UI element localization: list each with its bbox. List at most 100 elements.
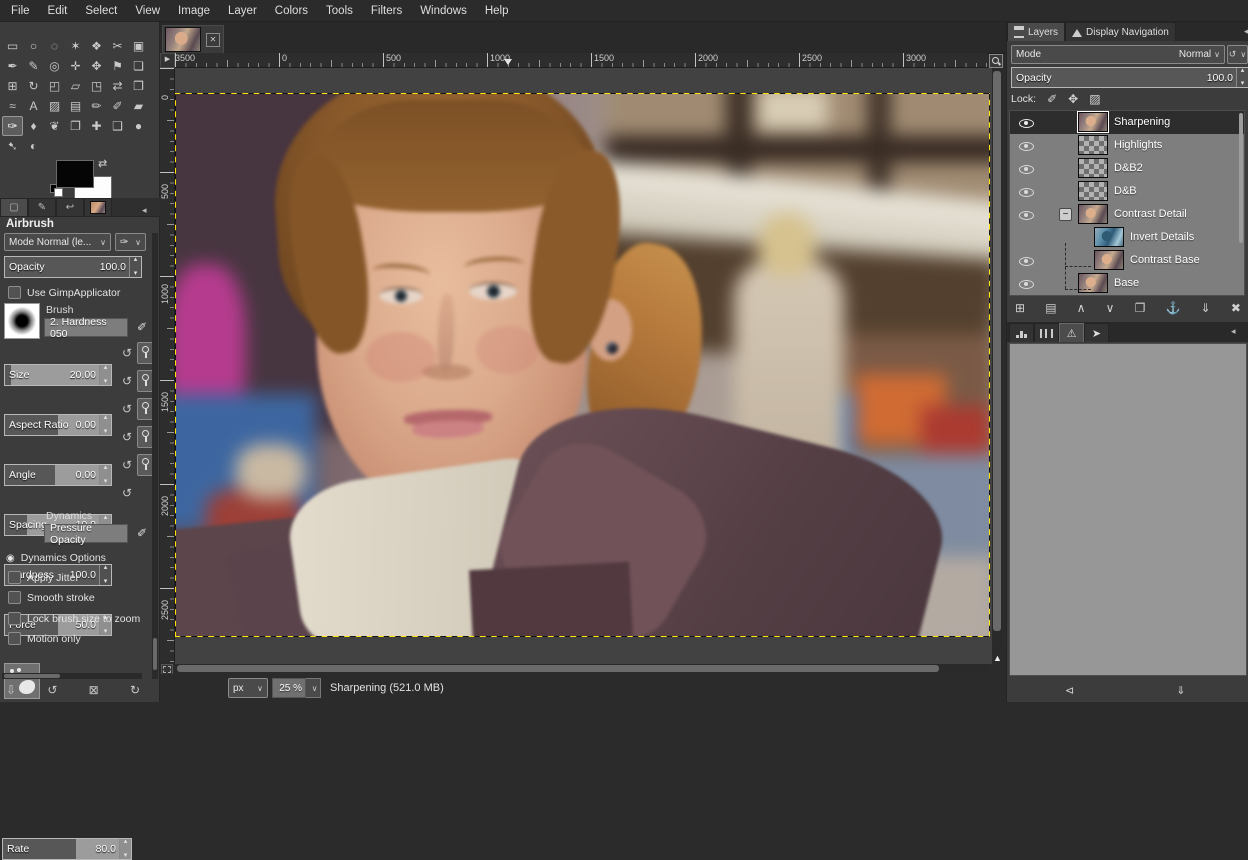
tool-scale[interactable]: ◰ (44, 76, 65, 96)
brush-name-box[interactable]: 2. Hardness 050 (44, 318, 128, 337)
vertical-ruler[interactable]: 05001000150020002500 (160, 68, 175, 662)
tab-tool-options[interactable]: ▢ (0, 198, 28, 216)
menu-item[interactable]: Tools (317, 2, 362, 20)
tab-selection-editor[interactable]: ➤ (1084, 323, 1109, 342)
spinner[interactable]: ▴▾ (99, 465, 111, 485)
tool-crop[interactable]: ❏ (128, 56, 149, 76)
edit-dynamics-button[interactable]: ✐ (132, 526, 152, 540)
tool-perspective[interactable]: ◳ (86, 76, 107, 96)
tool-warp[interactable]: ≈ (2, 96, 23, 116)
brush-preview-button[interactable] (4, 303, 40, 339)
tab-pointer[interactable] (1034, 323, 1059, 342)
tool-ellipse-select[interactable]: ○ (23, 36, 44, 56)
layer-list-scrollbar[interactable] (1239, 113, 1243, 243)
close-image-icon[interactable]: ✕ (206, 33, 220, 47)
restore-tool-preset-button[interactable]: ↺ (47, 683, 57, 697)
save-errors-button[interactable]: ⇓ (1176, 684, 1185, 697)
angle-slider[interactable]: Angle 0.00 ▴▾ (4, 464, 112, 486)
swap-colors-icon[interactable]: ⇄ (98, 157, 107, 170)
spinner[interactable]: ▴▾ (99, 565, 111, 585)
photo-canvas[interactable] (175, 93, 990, 637)
ruler-corner-button[interactable]: ▶ (160, 53, 175, 68)
new-group-button[interactable]: ▤ (1045, 301, 1056, 315)
edit-brush-button[interactable]: ✐ (132, 320, 152, 334)
checkbox-icon[interactable] (8, 612, 21, 625)
collapse-dock-icon[interactable]: ◂ (1244, 26, 1248, 37)
raise-layer-button[interactable]: ∧ (1077, 301, 1086, 315)
merge-layer-button[interactable]: ⇓ (1201, 301, 1211, 315)
lower-layer-button[interactable]: ∨ (1106, 301, 1115, 315)
tool-unified-transform[interactable]: ⊞ (2, 76, 23, 96)
tool-scissors-select[interactable]: ✂ (107, 36, 128, 56)
layer-row-contrast-detail[interactable]: − Contrast Detail (1010, 203, 1244, 226)
tab-error-console[interactable]: ⚠ (1059, 323, 1084, 342)
visibility-eye-icon[interactable] (1019, 139, 1034, 152)
delete-layer-button[interactable]: ✖ (1231, 301, 1241, 315)
delete-tool-preset-button[interactable]: ⊠ (89, 683, 99, 697)
tool-gradient[interactable]: ▤ (65, 96, 86, 116)
tool-flip[interactable]: ⇄ (107, 76, 128, 96)
menu-item[interactable]: Image (169, 2, 219, 20)
collapse-dock-icon[interactable]: ◂ (142, 205, 147, 216)
image-tab[interactable]: ✕ (162, 25, 224, 53)
menu-item[interactable]: Edit (39, 2, 77, 20)
tool-perspective-clone[interactable]: ❑ (107, 116, 128, 136)
link-hardness-button[interactable] (137, 454, 153, 476)
spinner[interactable]: ▴▾ (129, 257, 141, 277)
layer-row-contrast-base[interactable]: Contrast Base (1010, 249, 1244, 272)
spinner[interactable]: ▴▾ (1236, 68, 1248, 87)
clear-errors-button[interactable]: ⊲ (1065, 684, 1074, 697)
tool-bucket-fill[interactable]: ▨ (44, 96, 65, 116)
collapse-dock-icon[interactable]: ◂ (1231, 326, 1236, 337)
checkbox-icon[interactable] (8, 632, 21, 645)
tool-shear[interactable]: ▱ (65, 76, 86, 96)
tool-paths[interactable]: ✒ (2, 56, 23, 76)
layer-row-invert-details[interactable]: Invert Details (1010, 226, 1244, 249)
motion-only-row[interactable]: Motion only (8, 632, 81, 645)
tool-rectangle-select[interactable]: ▭ (2, 36, 23, 56)
tool-mypaint-brush[interactable]: ❦ (44, 116, 65, 136)
tool-move[interactable]: ✥ (86, 56, 107, 76)
reset-angle-button[interactable]: ↺ (119, 402, 135, 416)
lock-brush-size-row[interactable]: Lock brush size to zoom (8, 612, 140, 625)
horizontal-ruler[interactable]: 0500100015002000250030003500 (175, 53, 988, 68)
visibility-eye-icon[interactable] (1019, 254, 1034, 267)
mode-switch-button[interactable]: ✑∨ (115, 233, 146, 251)
reset-spacing-button[interactable]: ↺ (119, 430, 135, 444)
checkbox-icon[interactable] (8, 591, 21, 604)
layer-mode-dropdown[interactable]: Mode Normal∨ (1011, 45, 1225, 64)
tool-foreground-select[interactable]: ▣ (128, 36, 149, 56)
visibility-eye-icon[interactable] (1019, 185, 1034, 198)
tool-heal[interactable]: ✚ (86, 116, 107, 136)
menu-item[interactable]: Help (476, 2, 518, 20)
spinner[interactable]: ▴▾ (99, 415, 111, 435)
rate-slider[interactable]: Rate 80.0 ▴▾ (2, 838, 132, 860)
link-aspect-button[interactable] (137, 370, 153, 392)
save-tool-preset-button[interactable]: ⇩ (6, 683, 16, 697)
layer-row-db[interactable]: D&B (1010, 180, 1244, 203)
menu-item[interactable]: Windows (411, 2, 476, 20)
reset-force-button[interactable]: ↺ (119, 486, 135, 500)
tool-color-picker[interactable]: ✎ (23, 56, 44, 76)
dynamics-name-box[interactable]: Pressure Opacity (44, 524, 128, 543)
layer-row-db2[interactable]: D&B2 (1010, 157, 1244, 180)
tool-airbrush[interactable]: ✑ (2, 116, 23, 136)
dynamics-options-expander[interactable]: ◉ Dynamics Options (6, 552, 106, 564)
tool-align[interactable]: ⚑ (107, 56, 128, 76)
tab-histogram[interactable] (1009, 323, 1034, 342)
tool-cage-transform[interactable]: ❒ (128, 76, 149, 96)
spinner[interactable]: ▴▾ (119, 839, 131, 859)
tab-undo-history[interactable]: ↩ (56, 198, 84, 216)
canvas-vscrollbar[interactable] (992, 68, 1003, 652)
visibility-eye-icon[interactable] (1019, 277, 1034, 290)
tab-display-navigation[interactable]: Display Navigation (1065, 22, 1176, 41)
link-size-button[interactable] (137, 342, 153, 364)
link-spacing-button[interactable] (137, 426, 153, 448)
tool-eraser[interactable]: ▰ (128, 96, 149, 116)
group-expander-icon[interactable]: − (1059, 208, 1072, 221)
duplicate-layer-button[interactable]: ❐ (1135, 301, 1146, 315)
tool-free-select[interactable]: ◌ (44, 36, 65, 56)
visibility-eye-icon[interactable] (1019, 116, 1034, 129)
tool-options-vscrollbar[interactable] (152, 233, 158, 679)
zoom-value-field[interactable]: 25 % (272, 678, 306, 698)
